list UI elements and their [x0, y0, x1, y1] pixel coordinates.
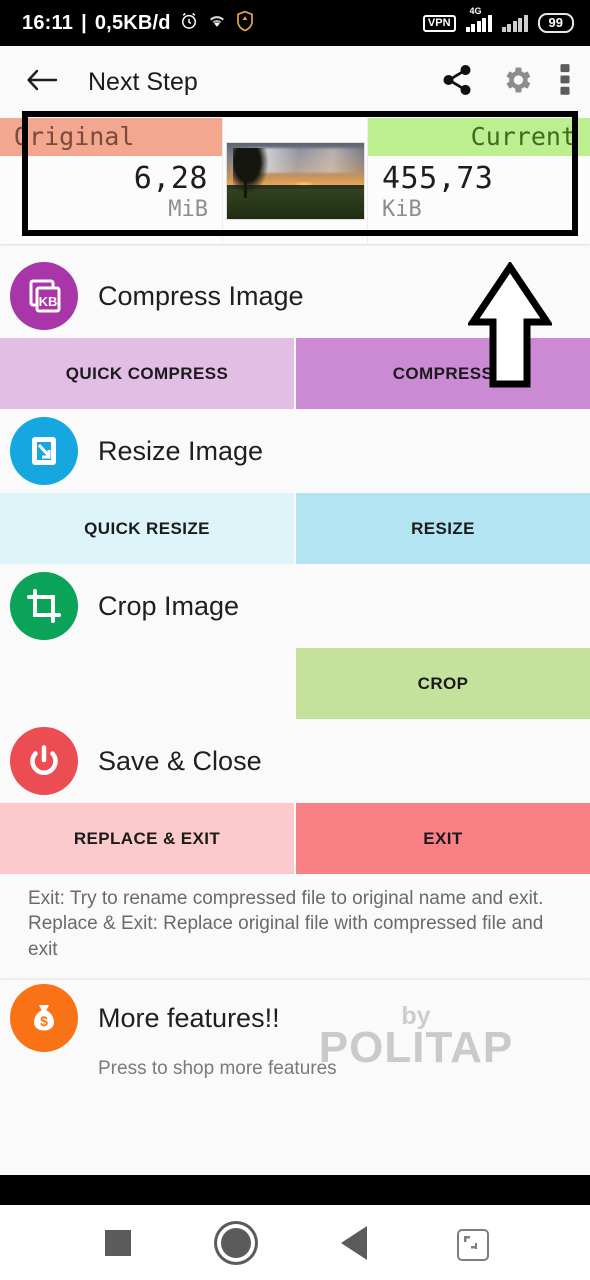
expand-screen-icon[interactable]: [457, 1228, 489, 1261]
kb-file-icon: KB: [10, 262, 78, 330]
brave-shield-icon: [235, 10, 255, 37]
bottom-black-strip: [0, 1175, 590, 1205]
battery-indicator: 99: [537, 13, 574, 33]
section-more-features[interactable]: $ More features!! Press to shop more fea…: [0, 978, 590, 1081]
resize-title: Resize Image: [98, 435, 264, 466]
app-bar-actions: [440, 63, 570, 102]
more-features-subtitle: Press to shop more features: [98, 1058, 337, 1080]
compress-button[interactable]: COMPRESS: [296, 338, 590, 409]
android-navigation-bar: [0, 1205, 590, 1280]
quick-resize-button[interactable]: QUICK RESIZE: [0, 493, 296, 564]
svg-text:$: $: [40, 1013, 48, 1029]
resize-button[interactable]: RESIZE: [296, 493, 590, 564]
current-size-value: 455,73: [382, 161, 494, 196]
crop-icon: [10, 572, 78, 640]
money-bag-icon: $: [10, 984, 78, 1053]
app-bar: Next Step: [0, 46, 590, 118]
compress-header: KB Compress Image: [0, 254, 590, 338]
status-separator: |: [81, 11, 87, 34]
compress-buttons: QUICK COMPRESS COMPRESS: [0, 338, 590, 409]
original-label: Original: [0, 118, 222, 156]
gear-icon[interactable]: [500, 63, 534, 102]
status-data-rate: 0,5KB/d: [94, 11, 171, 34]
save-close-title: Save & Close: [98, 745, 262, 776]
section-resize-image: Resize Image QUICK RESIZE RESIZE: [0, 409, 590, 564]
original-size-value: 6,28: [133, 161, 208, 196]
wifi-icon: [207, 12, 227, 34]
more-features-title: More features!!: [98, 1002, 280, 1033]
current-size-unit: KiB: [382, 197, 422, 222]
status-bar-right: VPN 4G 99: [422, 6, 574, 33]
home-circle-icon[interactable]: [221, 1227, 251, 1258]
svg-text:KB: KB: [39, 294, 58, 309]
crop-header: Crop Image: [0, 564, 590, 648]
vpn-badge: VPN: [422, 14, 456, 32]
signal-bars-icon: 4G: [465, 6, 492, 32]
original-column: Original 6,28 MiB: [0, 118, 222, 244]
current-label: Current: [368, 118, 590, 156]
save-close-header: Save & Close: [0, 719, 590, 803]
status-time: 16:11: [22, 11, 74, 34]
size-comparison-card: Original 6,28 MiB Current 455,73 KiB: [0, 111, 590, 254]
resize-header: Resize Image: [0, 409, 590, 493]
current-column: Current 455,73 KiB: [368, 118, 590, 244]
original-size-unit: MiB: [168, 197, 208, 222]
note-line-exit: Exit: Try to rename compressed file to o…: [28, 888, 544, 909]
power-icon: [10, 727, 78, 795]
share-icon[interactable]: [440, 63, 474, 102]
section-crop-image: Crop Image CROP: [0, 564, 590, 719]
status-bar: 16:11 | 0,5KB/d VPN 4G 99: [0, 0, 590, 46]
phone-screen: 16:11 | 0,5KB/d VPN 4G 99 Next Step Orig…: [0, 0, 590, 1280]
thumbnail-cell[interactable]: [222, 118, 368, 244]
quick-compress-button[interactable]: QUICK COMPRESS: [0, 338, 296, 409]
recents-square-icon[interactable]: [105, 1229, 131, 1256]
status-bar-left: 16:11 | 0,5KB/d: [22, 10, 255, 37]
sunset-field-thumbnail[interactable]: [225, 142, 365, 220]
back-arrow-icon[interactable]: [26, 67, 58, 98]
section-save-and-close: Save & Close REPLACE & EXIT EXIT: [0, 719, 590, 874]
back-triangle-icon[interactable]: [341, 1225, 367, 1260]
exit-button[interactable]: EXIT: [296, 803, 590, 874]
more-features-header[interactable]: $ More features!!: [0, 978, 590, 1058]
note-line-replace-exit: Replace & Exit: Replace original file wi…: [28, 913, 544, 960]
network-type-label: 4G: [469, 5, 482, 16]
section-compress-image: KB Compress Image QUICK COMPRESS COMPRES…: [0, 254, 590, 409]
exit-help-note: Exit: Try to rename compressed file to o…: [0, 874, 590, 979]
crop-buttons: CROP: [0, 648, 590, 719]
more-vertical-icon[interactable]: [560, 63, 570, 102]
replace-and-exit-button[interactable]: REPLACE & EXIT: [0, 803, 296, 874]
page-title: Next Step: [88, 67, 198, 96]
resize-arrow-icon: [10, 417, 78, 485]
save-close-buttons: REPLACE & EXIT EXIT: [0, 803, 590, 874]
resize-buttons: QUICK RESIZE RESIZE: [0, 493, 590, 564]
compress-title: Compress Image: [98, 280, 304, 311]
crop-buttons-spacer: [0, 648, 296, 719]
crop-title: Crop Image: [98, 590, 240, 621]
crop-button[interactable]: CROP: [296, 648, 590, 719]
alarm-clock-icon: [179, 11, 199, 36]
signal-bars-secondary-icon: [501, 14, 528, 32]
